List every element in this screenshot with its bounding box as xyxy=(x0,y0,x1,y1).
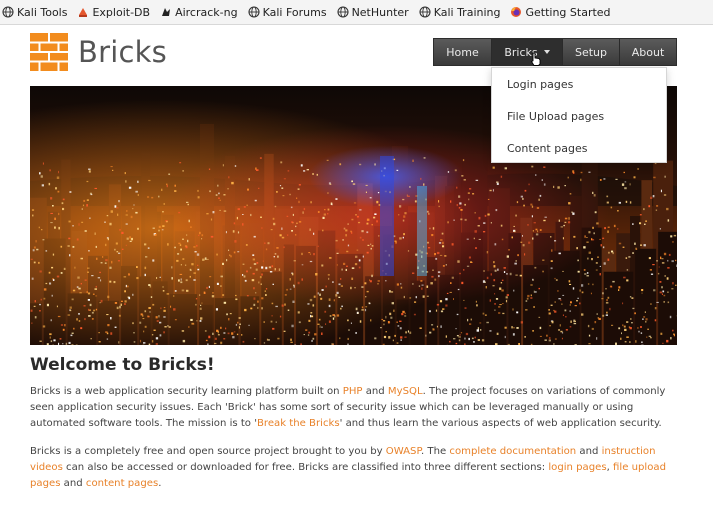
bookmark-aircrack-ng[interactable]: Aircrack-ng xyxy=(160,6,238,19)
nav-bricks[interactable]: Bricks xyxy=(492,39,563,65)
bookmark-nethunter[interactable]: NetHunter xyxy=(337,6,409,19)
nav-home[interactable]: Home xyxy=(434,39,492,65)
exploit-db-icon xyxy=(77,6,89,18)
about-paragraph: Bricks is a completely free and open sou… xyxy=(30,444,678,492)
text-span: ' and thus learn the various aspects of … xyxy=(339,418,662,429)
text-span: and xyxy=(362,386,388,397)
text-span: . xyxy=(158,478,162,489)
bookmark-exploit-db[interactable]: Exploit-DB xyxy=(77,6,150,19)
globe-icon xyxy=(248,6,260,18)
menu-item-content-pages[interactable]: Content pages xyxy=(492,132,666,164)
bookmark-kali-training[interactable]: Kali Training xyxy=(419,5,501,19)
link-break-the-bricks[interactable]: Break the Bricks xyxy=(257,418,340,429)
link-owasp[interactable]: OWASP xyxy=(386,446,421,457)
site-logo[interactable]: Bricks xyxy=(30,33,167,71)
text-span: Bricks is a web application security lea… xyxy=(30,386,343,397)
text-span: and xyxy=(576,446,602,457)
bookmark-label: Kali Tools xyxy=(17,5,68,19)
nav-setup[interactable]: Setup xyxy=(563,39,620,65)
intro-paragraph: Bricks is a web application security lea… xyxy=(30,384,678,432)
caret-down-icon xyxy=(543,50,550,54)
bookmark-kali-tools[interactable]: Kali Tools xyxy=(2,6,67,19)
bookmark-label: Exploit-DB xyxy=(92,5,151,19)
bookmark-label: Kali Forums xyxy=(262,5,327,19)
bookmark-kali-forums[interactable]: Kali Forums xyxy=(248,6,327,19)
menu-item-file-upload-pages[interactable]: File Upload pages xyxy=(492,100,666,132)
link-login-pages[interactable]: login pages xyxy=(548,462,606,473)
bookmarks-toolbar: Kali Tools Exploit-DB Aircrack-ng Kali F… xyxy=(0,0,713,25)
nav-about[interactable]: About xyxy=(620,39,676,65)
globe-icon xyxy=(419,6,431,18)
bookmark-getting-started[interactable]: Getting Started xyxy=(510,5,611,19)
globe-icon xyxy=(2,6,14,18)
main-nav: Home Bricks Setup About xyxy=(433,38,677,66)
bookmark-label: NetHunter xyxy=(351,5,409,19)
bookmark-label: Kali Training xyxy=(433,5,501,19)
link-php[interactable]: PHP xyxy=(343,386,363,397)
bricks-dropdown-menu: Login pages File Upload pages Content pa… xyxy=(491,67,667,163)
link-mysql[interactable]: MySQL xyxy=(388,386,423,397)
text-span: Bricks is a completely free and open sou… xyxy=(30,446,386,457)
menu-item-login-pages[interactable]: Login pages xyxy=(492,68,666,100)
page-heading: Welcome to Bricks! xyxy=(30,355,215,375)
text-span: can also be accessed or downloaded for f… xyxy=(62,462,549,473)
text-span: and xyxy=(60,478,86,489)
firefox-icon xyxy=(510,6,522,18)
aircrack-icon xyxy=(160,6,172,18)
text-span: . The xyxy=(420,446,450,457)
link-content-pages[interactable]: content pages xyxy=(86,478,158,489)
bookmark-label: Getting Started xyxy=(525,5,611,19)
hand-cursor-icon xyxy=(530,52,541,66)
bookmark-label: Aircrack-ng xyxy=(175,5,238,19)
globe-icon xyxy=(337,6,349,18)
link-complete-documentation[interactable]: complete documentation xyxy=(449,446,576,457)
site-title: Bricks xyxy=(78,35,167,69)
brick-logo-icon xyxy=(30,33,68,71)
